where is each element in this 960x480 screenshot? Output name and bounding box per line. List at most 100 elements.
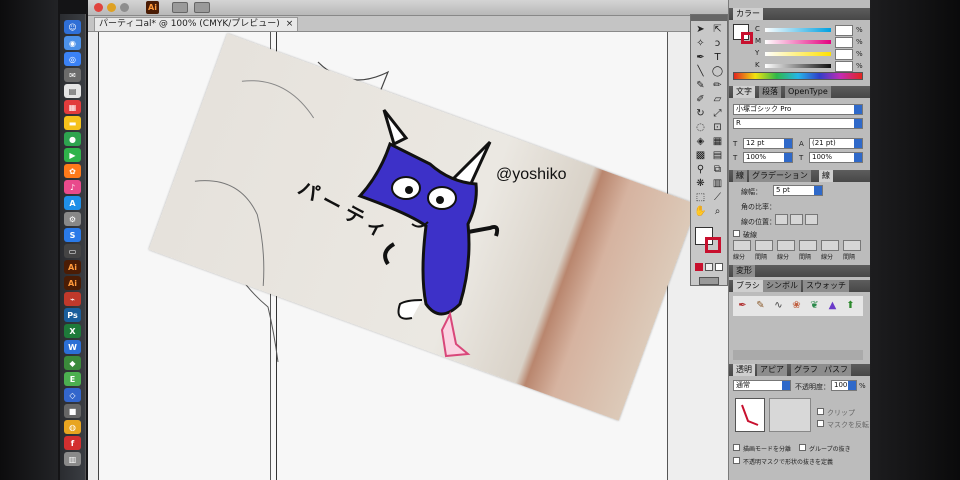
stroke-swatch[interactable] (705, 237, 721, 253)
messages-icon[interactable]: ● (64, 132, 81, 146)
brush-2-icon[interactable]: ✎ (753, 299, 768, 312)
calendar-icon[interactable]: ▦ (64, 100, 81, 114)
tab-appearance[interactable]: アピア (757, 364, 787, 376)
shape-builder-tool-icon[interactable]: ◈ (693, 135, 708, 148)
invert-mask-checkbox[interactable] (817, 420, 824, 427)
m-value-field[interactable] (835, 37, 853, 48)
brush-1-icon[interactable]: ✒ (735, 299, 750, 312)
eraser-tool-icon[interactable]: ▱ (710, 93, 725, 106)
k-slider[interactable] (765, 64, 831, 68)
clip-checkbox[interactable] (817, 408, 824, 415)
mask-thumbnail[interactable] (769, 398, 811, 432)
knockout-group-checkbox[interactable] (799, 444, 806, 451)
line-tool-icon[interactable]: ╲ (693, 65, 708, 78)
hand-tool-icon[interactable]: ✋ (693, 205, 708, 218)
opacity-field[interactable]: 100 (831, 380, 857, 391)
gradient-mode-button[interactable] (705, 263, 713, 271)
graph-tool-icon[interactable]: ▥ (710, 177, 725, 190)
mesh-tool-icon[interactable]: ▩ (693, 149, 708, 162)
vertical-scale-field[interactable]: 100% (743, 152, 793, 163)
blend-tool-icon[interactable]: ⧉ (710, 163, 725, 176)
utility-icon[interactable]: ■ (64, 404, 81, 418)
minimize-window-button[interactable] (107, 3, 116, 12)
none-mode-button[interactable] (715, 263, 723, 271)
dash-field-1[interactable] (733, 240, 751, 251)
mail-icon[interactable]: ✉ (64, 68, 81, 82)
tab-gradient[interactable]: グラデーション (749, 170, 811, 182)
symbol-sprayer-tool-icon[interactable]: ❋ (693, 177, 708, 190)
brush-4-icon[interactable]: ❀ (789, 299, 804, 312)
selection-tool-icon[interactable]: ➤ (693, 23, 708, 36)
blob-brush-tool-icon[interactable]: ✐ (693, 93, 708, 106)
tab-character[interactable]: 文字 (733, 86, 755, 98)
k-value-field[interactable] (835, 61, 853, 72)
screen-mode-button[interactable] (699, 277, 719, 285)
type-tool-icon[interactable]: T (710, 51, 725, 64)
leading-field[interactable]: (21 pt) (809, 138, 863, 149)
color-mode-button[interactable] (695, 263, 703, 271)
stroke-weight-field[interactable]: 5 pt (773, 185, 823, 196)
chrome-icon[interactable]: ◍ (64, 420, 81, 434)
safari-icon[interactable]: ◎ (64, 52, 81, 66)
tab-transform[interactable]: 変形 (733, 265, 755, 277)
dash-field-2[interactable] (777, 240, 795, 251)
font-family-select[interactable]: 小塚ゴシック Pro (733, 104, 863, 115)
gap-field-1[interactable] (755, 240, 773, 251)
tab-transparency[interactable]: 透明 (733, 364, 755, 376)
m-slider[interactable] (765, 40, 831, 44)
photos-icon[interactable]: ✿ (64, 164, 81, 178)
tools-panel-header[interactable] (691, 15, 727, 21)
y-value-field[interactable] (835, 49, 853, 60)
pencil-tool-icon[interactable]: ✏ (710, 79, 725, 92)
maps-icon[interactable]: ◆ (64, 356, 81, 370)
c-value-field[interactable] (835, 25, 853, 36)
eyedropper-tool-icon[interactable]: ⚲ (693, 163, 708, 176)
y-slider[interactable] (765, 52, 831, 56)
paintbrush-tool-icon[interactable]: ✎ (693, 79, 708, 92)
tab-close-icon[interactable]: × (286, 18, 294, 31)
direct-selection-tool-icon[interactable]: ⇱ (710, 23, 725, 36)
color-stroke-swatch[interactable] (741, 32, 753, 44)
tab-symbols[interactable]: シンボル (763, 280, 801, 292)
isolate-blending-checkbox[interactable] (733, 444, 740, 451)
tab-paragraph[interactable]: 段落 (759, 86, 781, 98)
gap-field-3[interactable] (843, 240, 861, 251)
rotate-tool-icon[interactable]: ↻ (693, 107, 708, 120)
gap-field-2[interactable] (799, 240, 817, 251)
tab-document[interactable]: パーティコal* @ 100% (CMYK/プレビュー) × (94, 17, 299, 31)
zoom-window-button[interactable] (120, 3, 129, 12)
launchpad-icon[interactable]: ◉ (64, 36, 81, 50)
excel-icon[interactable]: X (64, 324, 81, 338)
object-thumbnail[interactable] (735, 398, 765, 432)
warp-tool-icon[interactable]: ◌ (693, 121, 708, 134)
illustrator-icon[interactable]: Ai (64, 260, 81, 274)
gradient-tool-icon[interactable]: ▤ (710, 149, 725, 162)
evernote-icon[interactable]: E (64, 372, 81, 386)
c-slider[interactable] (765, 28, 831, 32)
artboard-tool-icon[interactable]: ⬚ (693, 191, 708, 204)
brush-5-icon[interactable]: ❦ (807, 299, 822, 312)
tab-stroke[interactable]: 線 (819, 170, 833, 182)
free-transform-tool-icon[interactable]: ⊡ (710, 121, 725, 134)
finder-icon[interactable]: ☺ (64, 20, 81, 34)
tab-stroke-alt[interactable]: 線 (733, 170, 747, 182)
tab-graphic-styles[interactable]: グラフ (791, 364, 821, 376)
tab-pathfinder[interactable]: パスフ (821, 364, 851, 376)
scale-tool-icon[interactable]: ⤢ (710, 107, 725, 120)
tab-opentype[interactable]: OpenType (785, 86, 831, 98)
character-illustration[interactable] (350, 104, 510, 364)
handle-text[interactable]: @yoshiko (496, 166, 567, 184)
color-spectrum-bar[interactable] (733, 72, 863, 80)
blend-mode-select[interactable]: 通常 (733, 380, 791, 391)
perspective-grid-tool-icon[interactable]: ▦ (710, 135, 725, 148)
opacity-mask-checkbox[interactable] (733, 457, 740, 464)
lasso-tool-icon[interactable]: ↄ (710, 37, 725, 50)
word-icon[interactable]: W (64, 340, 81, 354)
photoshop-icon[interactable]: Ps (64, 308, 81, 322)
pen-tool-icon[interactable]: ✒ (693, 51, 708, 64)
dropbox-icon[interactable]: ◇ (64, 388, 81, 402)
font-style-select[interactable]: R (733, 118, 863, 129)
ellipse-tool-icon[interactable]: ◯ (710, 65, 725, 78)
contacts-icon[interactable]: ▤ (64, 84, 81, 98)
font-size-field[interactable]: 12 pt (743, 138, 793, 149)
